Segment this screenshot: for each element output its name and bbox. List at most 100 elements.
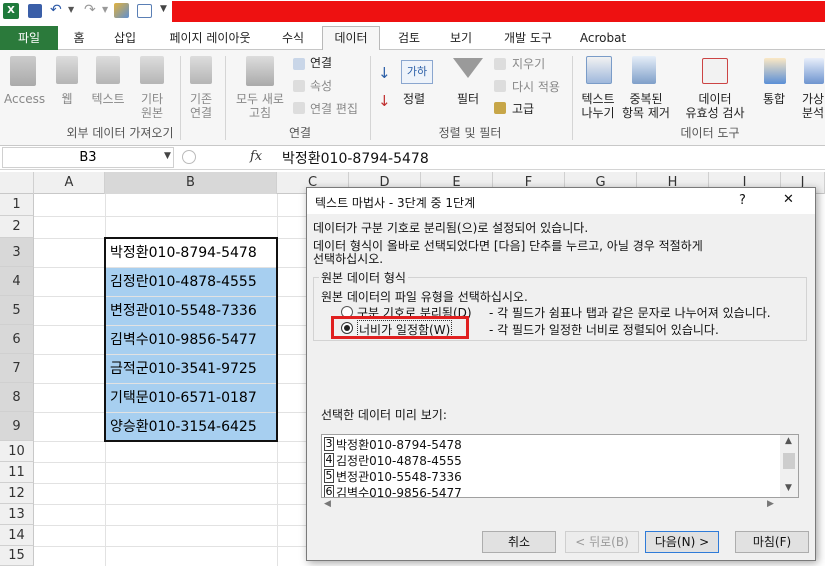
help-icon[interactable]: ?	[739, 193, 746, 208]
name-box-dropdown-icon[interactable]: ▼	[164, 151, 171, 161]
grid-line	[34, 483, 306, 484]
web-icon	[56, 56, 78, 84]
tab-insert[interactable]: 삽입	[104, 28, 146, 50]
group-external-data: 외부 데이터 가져오기	[66, 126, 174, 140]
cancel-button[interactable]: 취소	[482, 531, 556, 553]
preview-vertical-scrollbar[interactable]: ▲ ▼	[780, 435, 798, 497]
filter-button[interactable]: 필터	[452, 92, 484, 106]
text-to-columns-label-1[interactable]: 텍스트	[576, 92, 620, 106]
row-header-10[interactable]: 10	[0, 441, 34, 462]
tab-formulas[interactable]: 수식	[272, 28, 314, 50]
access-icon	[10, 56, 36, 86]
spellcheck-icon[interactable]	[114, 3, 129, 18]
tab-developer[interactable]: 개발 도구	[492, 28, 564, 50]
undo-icon[interactable]: ↶	[50, 2, 62, 18]
redo-dropdown-icon[interactable]: ▼	[102, 5, 108, 14]
back-button[interactable]: < 뒤로(B)	[565, 531, 639, 553]
dialog-title: 텍스트 마법사 - 3단계 중 1단계	[315, 196, 476, 210]
clear-button[interactable]: 지우기	[512, 57, 545, 71]
row-header-7[interactable]: 7	[0, 354, 34, 383]
existing-connections-label-2[interactable]: 연결	[182, 106, 220, 120]
tab-data[interactable]: 데이터	[322, 26, 380, 51]
advanced-button[interactable]: 고급	[512, 102, 534, 116]
row-header-11[interactable]: 11	[0, 462, 34, 483]
close-icon[interactable]: ✕	[783, 192, 794, 207]
preview-row-number: 4	[324, 453, 334, 467]
row-header-15[interactable]: 15	[0, 546, 34, 566]
sort-az-icon[interactable]: 가하	[401, 60, 433, 84]
scroll-left-icon[interactable]: ◀	[324, 499, 331, 509]
tab-home[interactable]: 홈	[64, 28, 94, 50]
refresh-all-label-2[interactable]: 고침	[230, 106, 290, 120]
row-header-13[interactable]: 13	[0, 504, 34, 525]
sort-ascending-icon[interactable]: ↓	[378, 64, 391, 82]
row-header-5[interactable]: 5	[0, 296, 34, 325]
preview-box[interactable]: 3 박정환010-8794-5478 4 김정란010-4878-4555 5 …	[321, 434, 799, 498]
edit-links-button[interactable]: 연결 편집	[310, 102, 358, 116]
column-header-a[interactable]: A	[34, 172, 105, 194]
connections-button[interactable]: 연결	[310, 56, 332, 70]
properties-icon	[293, 80, 305, 92]
data-validation-label-2[interactable]: 유효성 검사	[678, 106, 752, 120]
properties-button[interactable]: 속성	[310, 79, 332, 93]
cancel-entry-icon[interactable]	[182, 150, 196, 164]
insert-function-icon[interactable]: fx	[250, 149, 262, 164]
sort-button[interactable]: 정렬	[403, 92, 425, 106]
row-header-1[interactable]: 1	[0, 194, 34, 216]
tab-view[interactable]: 보기	[440, 28, 482, 50]
row-header-6[interactable]: 6	[0, 325, 34, 354]
tab-file[interactable]: 파일	[0, 26, 58, 50]
existing-connections-label-1[interactable]: 기존	[182, 92, 220, 106]
redo-icon[interactable]: ↷	[84, 2, 96, 18]
preview-row-text: 변정관010-5548-7336	[336, 470, 462, 484]
tab-review[interactable]: 검토	[388, 28, 430, 50]
other-sources-label-2[interactable]: 원본	[132, 106, 172, 120]
row-header-9[interactable]: 9	[0, 412, 34, 441]
grid-line	[34, 504, 306, 505]
other-sources-label-1[interactable]: 기타	[132, 92, 172, 106]
data-validation-label-1[interactable]: 데이터	[678, 92, 752, 106]
form-icon[interactable]	[137, 4, 152, 18]
consolidate-button[interactable]: 통합	[756, 92, 792, 106]
remove-duplicates-label-1[interactable]: 중복된	[618, 92, 674, 106]
name-box[interactable]: B3	[2, 147, 174, 168]
reapply-icon	[494, 80, 506, 92]
scroll-up-icon[interactable]: ▲	[785, 436, 792, 446]
formula-bar: B3 ▼ fx 박정환010-8794-5478	[0, 146, 825, 170]
row-header-14[interactable]: 14	[0, 525, 34, 546]
sort-descending-icon[interactable]: ↓	[378, 92, 391, 110]
what-if-label-2[interactable]: 분석	[798, 106, 825, 120]
next-button[interactable]: 다음(N) >	[645, 531, 719, 553]
customize-dropdown-icon[interactable]: ▼	[160, 4, 167, 14]
row-header-3[interactable]: 3	[0, 238, 34, 267]
scroll-down-icon[interactable]: ▼	[785, 483, 792, 493]
select-all-corner[interactable]	[0, 172, 34, 194]
ribbon-tabs: 파일 홈 삽입 페이지 레이아웃 수식 데이터 검토 보기 개발 도구 Acro…	[0, 24, 825, 51]
remove-duplicates-label-2[interactable]: 항목 제거	[618, 106, 674, 120]
row-header-2[interactable]: 2	[0, 216, 34, 238]
tab-page-layout[interactable]: 페이지 레이아웃	[154, 28, 266, 50]
row-header-8[interactable]: 8	[0, 383, 34, 412]
what-if-label-1[interactable]: 가상	[798, 92, 825, 106]
scroll-thumb[interactable]	[783, 453, 795, 469]
row-header-12[interactable]: 12	[0, 483, 34, 504]
scroll-right-icon[interactable]: ▶	[767, 499, 774, 509]
text-button[interactable]: 텍스트	[88, 92, 128, 106]
other-sources-icon	[140, 56, 164, 84]
web-button[interactable]: 웹	[56, 92, 78, 106]
column-header-b[interactable]: B	[105, 172, 277, 194]
preview-horizontal-scrollbar[interactable]: ◀ ▶	[321, 499, 781, 513]
title-redaction	[172, 1, 825, 22]
row-header-4[interactable]: 4	[0, 267, 34, 296]
text-to-columns-label-2[interactable]: 나누기	[576, 106, 620, 120]
formula-input[interactable]: 박정환010-8794-5478	[282, 148, 429, 168]
reapply-button[interactable]: 다시 적용	[512, 80, 560, 94]
access-button[interactable]: Access	[4, 92, 45, 106]
refresh-all-label-1[interactable]: 모두 새로	[230, 92, 290, 106]
delimited-option-desc: - 각 필드가 쉼표나 탭과 같은 문자로 나누어져 있습니다.	[489, 306, 771, 320]
finish-button[interactable]: 마침(F)	[735, 531, 809, 553]
tab-acrobat[interactable]: Acrobat	[574, 28, 632, 50]
excel-icon[interactable]: X	[3, 3, 19, 19]
save-icon[interactable]	[28, 4, 42, 18]
undo-dropdown-icon[interactable]: ▼	[68, 5, 74, 14]
